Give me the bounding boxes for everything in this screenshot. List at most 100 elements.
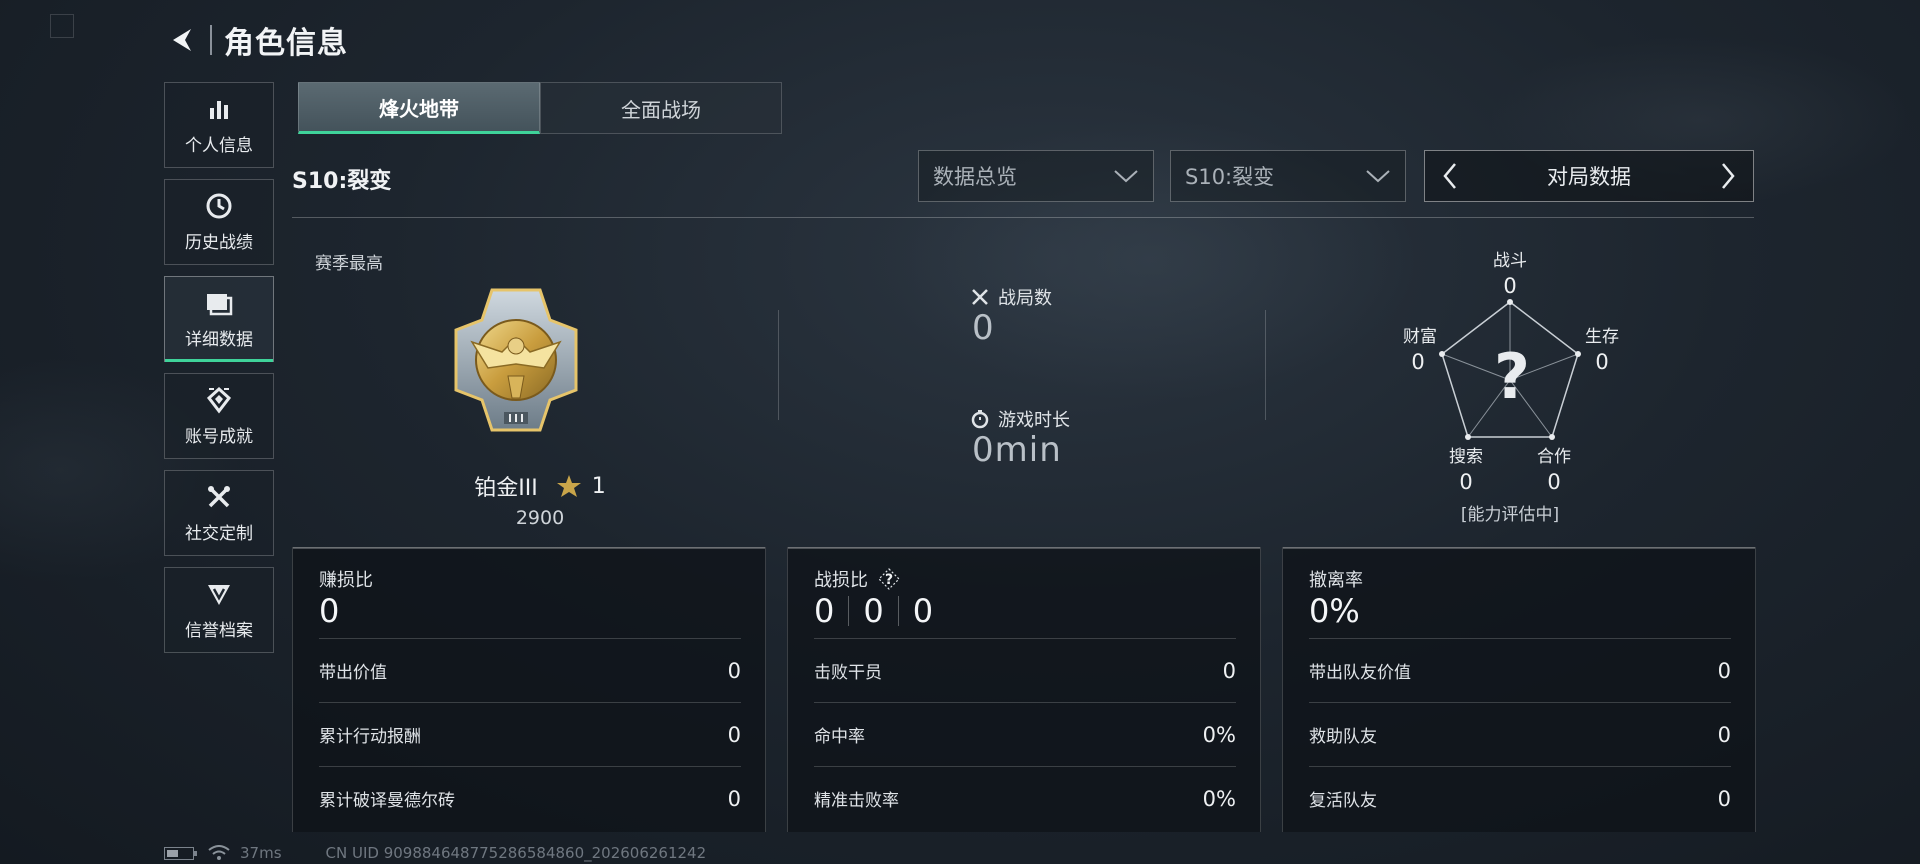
extraction-rate-value: 0% xyxy=(1309,592,1360,630)
radar-unknown-mark: ? xyxy=(1494,340,1530,413)
row-value: 0 xyxy=(1222,658,1236,683)
matches-header: 战局数 xyxy=(970,284,1052,310)
row-label: 救助队友 xyxy=(1309,727,1377,747)
profit-ratio-card: 赚损比 0 带出价值 0 累计行动报酬 0 累计破译曼德尔砖 0 xyxy=(292,547,766,832)
divider xyxy=(778,310,779,420)
next-button[interactable] xyxy=(1715,158,1741,194)
rank-tier: 铂金III 1 xyxy=(440,470,640,502)
radar-assessment-note: [能力评估中] xyxy=(1460,505,1560,525)
row-label: 带出队友价值 xyxy=(1309,663,1411,683)
bar-chart-icon xyxy=(205,95,233,123)
season-best-label: 赛季最高 xyxy=(315,254,383,274)
kd-value-2: 0 xyxy=(863,592,884,630)
svg-text:?: ? xyxy=(885,572,893,588)
prev-button[interactable] xyxy=(1437,158,1463,194)
row-label: 累计行动报酬 xyxy=(319,727,421,747)
mode-tabs: 烽火地带 全面战场 xyxy=(298,82,782,134)
header-divider xyxy=(210,25,212,55)
card-title: 战损比 xyxy=(814,570,868,591)
list-item: 击败干员 0 xyxy=(814,638,1236,702)
value-separator xyxy=(848,596,850,626)
list-item: 精准击败率 0% xyxy=(814,766,1236,830)
divider xyxy=(292,217,1754,218)
list-item: 累计破译曼德尔砖 0 xyxy=(319,766,741,830)
season-label: S10:裂变 xyxy=(292,169,392,194)
sidebar-item-label: 历史战绩 xyxy=(185,232,253,253)
row-value: 0 xyxy=(1717,786,1731,811)
match-data-selector: 对局数据 xyxy=(1424,150,1754,202)
user-uid: CN UID 909884648775286584860_20260626124… xyxy=(325,844,707,862)
tab-hazard-zone[interactable]: 烽火地带 xyxy=(298,82,540,134)
season-dropdown[interactable]: S10:裂变 xyxy=(1170,150,1406,202)
list-item: 救助队友 0 xyxy=(1309,702,1731,766)
list-item: 复活队友 0 xyxy=(1309,766,1731,830)
achievement-icon xyxy=(205,386,233,414)
playtime-value: 0min xyxy=(972,430,1062,470)
sidebar-item-label: 详细数据 xyxy=(185,329,253,350)
sidebar-item-label: 信誉档案 xyxy=(185,620,253,641)
sidebar-item-history[interactable]: 历史战绩 xyxy=(164,179,274,265)
radar-label-search: 搜索 xyxy=(1449,447,1483,467)
matches-label: 战局数 xyxy=(998,288,1052,309)
corner-marker xyxy=(50,14,74,38)
back-button[interactable] xyxy=(164,22,200,58)
sidebar-item-detailed-data[interactable]: 详细数据 xyxy=(164,276,274,362)
sidebar-item-label: 社交定制 xyxy=(185,523,253,544)
row-value: 0% xyxy=(1202,722,1236,747)
radar-value-combat: 0 xyxy=(1503,274,1517,298)
list-item: 带出价值 0 xyxy=(319,638,741,702)
radar-label-cooperation: 合作 xyxy=(1537,447,1571,467)
overview-dropdown[interactable]: 数据总览 xyxy=(918,150,1154,202)
clock-icon xyxy=(205,192,233,220)
page-title: 角色信息 xyxy=(224,26,348,61)
wifi-icon xyxy=(208,845,230,860)
row-label: 命中率 xyxy=(814,727,865,747)
folder-icon xyxy=(205,289,233,317)
card-title: 赚损比 xyxy=(319,570,373,591)
chevron-left-icon xyxy=(1443,163,1456,189)
radar-label-survival: 生存 xyxy=(1585,327,1619,347)
list-item: 带出队友价值 0 xyxy=(1309,638,1731,702)
rank-score: 2900 xyxy=(515,507,565,529)
chevron-down-icon xyxy=(1366,170,1390,183)
stopwatch-icon xyxy=(970,409,990,429)
radar-value-wealth: 0 xyxy=(1411,350,1425,374)
radar-value-search: 0 xyxy=(1459,470,1473,494)
sidebar-item-label: 个人信息 xyxy=(185,135,253,156)
value-separator xyxy=(897,596,899,626)
kd-ratio-values: 0 0 0 xyxy=(814,592,933,630)
row-value: 0% xyxy=(1202,786,1236,811)
season-dropdown-value: S10:裂变 xyxy=(1185,165,1275,189)
row-label: 精准击败率 xyxy=(814,791,899,811)
shield-icon xyxy=(205,580,233,608)
help-icon[interactable]: ? xyxy=(878,568,900,590)
tab-full-battlefield[interactable]: 全面战场 xyxy=(540,82,782,134)
sidebar-item-reputation[interactable]: 信誉档案 xyxy=(164,567,274,653)
back-arrow-icon xyxy=(173,29,191,51)
sidebar-item-social-custom[interactable]: 社交定制 xyxy=(164,470,274,556)
list-item: 累计行动报酬 0 xyxy=(319,702,741,766)
row-label: 带出价值 xyxy=(319,663,387,683)
tools-icon xyxy=(205,483,233,511)
sidebar-item-achievements[interactable]: 账号成就 xyxy=(164,373,274,459)
sidebar-item-label: 账号成就 xyxy=(185,426,253,447)
extraction-rate-card: 撤离率 0% 带出队友价值 0 救助队友 0 复活队友 0 xyxy=(1282,547,1756,832)
match-data-label: 对局数据 xyxy=(1547,165,1631,189)
card-title: 撤离率 xyxy=(1309,570,1363,591)
battery-fill xyxy=(167,849,178,857)
status-bar: 37ms CN UID 909884648775286584860_202606… xyxy=(164,842,706,864)
header: 角色信息 xyxy=(164,20,348,61)
kd-value-3: 0 xyxy=(912,592,934,630)
row-value: 0 xyxy=(727,722,741,747)
chevron-down-icon xyxy=(1114,170,1138,183)
battery-icon xyxy=(164,846,197,860)
chevron-right-icon xyxy=(1722,163,1735,189)
radar-value-survival: 0 xyxy=(1595,350,1609,374)
matches-value: 0 xyxy=(972,308,995,348)
playtime-label: 游戏时长 xyxy=(998,410,1070,431)
row-label: 累计破译曼德尔砖 xyxy=(319,791,455,811)
row-label: 击败干员 xyxy=(814,663,882,683)
card-title-wrap: 战损比 ? xyxy=(814,566,900,592)
sidebar-item-personal-info[interactable]: 个人信息 xyxy=(164,82,274,168)
ping-readout: 37ms xyxy=(240,844,282,862)
